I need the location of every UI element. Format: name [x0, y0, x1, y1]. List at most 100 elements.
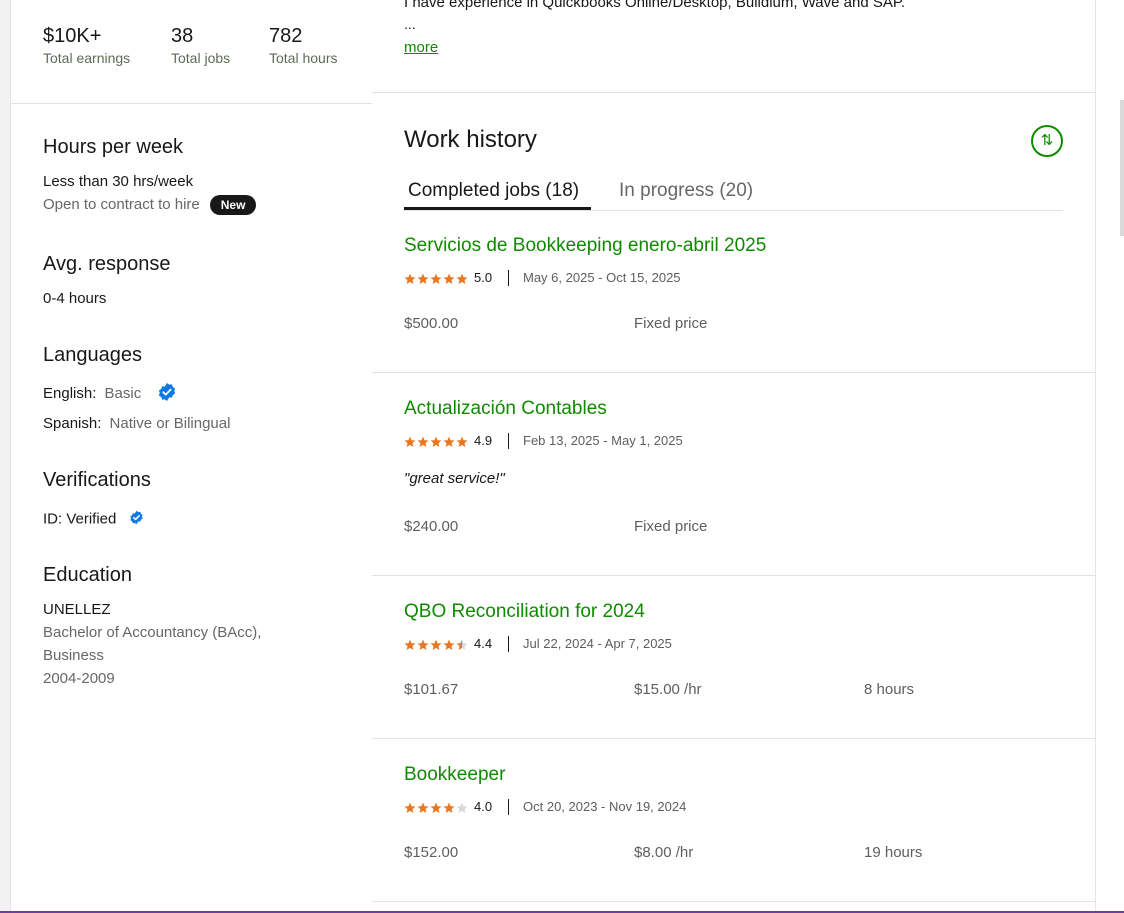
star-icon	[456, 639, 468, 650]
job-title-link[interactable]: Servicios de Bookkeeping enero-abril 202…	[404, 235, 766, 257]
verifications-title: Verifications	[43, 469, 151, 491]
star-icon	[404, 639, 416, 650]
work-history-panel: I have experience in Quickbooks Online/D…	[372, 0, 1095, 913]
star-icon	[404, 802, 416, 813]
work-history-tabs: Completed jobs (18) In progress (20)	[404, 176, 1063, 211]
star-icon	[417, 436, 429, 447]
stats-panel: $10K+ Total earnings 38 Total jobs 782 T…	[11, 0, 372, 104]
star-icon	[430, 802, 442, 813]
star-icon	[417, 639, 429, 650]
new-badge: New	[209, 195, 257, 215]
star-icon	[430, 436, 442, 447]
profile-sidebar: $10K+ Total earnings 38 Total jobs 782 T…	[10, 0, 372, 913]
work-history-title: Work history	[404, 126, 537, 153]
job-rating-row: 4.4 Jul 22, 2024 - Apr 7, 2025	[404, 635, 672, 652]
job-earnings: $240.00	[404, 518, 459, 535]
job-earnings: $101.67	[404, 681, 459, 698]
star-icon	[404, 273, 416, 284]
job-divider	[372, 901, 1095, 902]
language-english: English: Basic	[43, 382, 177, 406]
job-feedback: "great service!"	[404, 470, 505, 487]
job-dates: Oct 20, 2023 - Nov 19, 2024	[523, 799, 687, 815]
job-divider	[372, 372, 1095, 373]
star-icon	[456, 802, 468, 813]
star-icon	[456, 273, 468, 284]
education-school: UNELLEZ	[43, 601, 111, 618]
star-icon	[430, 639, 442, 650]
job-dates: Feb 13, 2025 - May 1, 2025	[523, 433, 683, 449]
stat-label: Total jobs	[171, 50, 231, 66]
job-dates: Jul 22, 2024 - Apr 7, 2025	[523, 636, 672, 652]
contract-to-hire-text: Open to contract to hire	[43, 195, 200, 213]
job-earnings: $152.00	[404, 844, 459, 861]
star-icon	[443, 639, 455, 650]
job-dates: May 6, 2025 - Oct 15, 2025	[523, 270, 681, 286]
scrollbar-thumb[interactable]	[1120, 100, 1124, 236]
education-degree: Bachelor of Accountancy (BAcc),	[43, 624, 262, 641]
job-item: QBO Reconciliation for 2024 4.4 Jul 22, 2…	[372, 599, 1095, 738]
job-hours: 8 hours	[864, 681, 915, 698]
job-price-type: $15.00 /hr	[634, 681, 702, 698]
job-earnings: $500.00	[404, 315, 459, 332]
avg-response-title: Avg. response	[43, 253, 171, 275]
job-title-link[interactable]: QBO Reconciliation for 2024	[404, 601, 645, 623]
tab-in-progress[interactable]: In progress (20)	[619, 180, 753, 202]
contract-to-hire-row: Open to contract to hire New	[43, 195, 257, 215]
job-title-link[interactable]: Actualización Contables	[404, 398, 607, 420]
separator	[508, 798, 509, 815]
language-level: Native or Bilingual	[109, 415, 231, 432]
job-title-link[interactable]: Bookkeeper	[404, 764, 505, 786]
job-hours: 19 hours	[864, 844, 923, 861]
education-title: Education	[43, 564, 132, 586]
sort-arrows-icon: ⇅	[1040, 132, 1054, 149]
verified-badge-icon	[157, 382, 177, 406]
star-rating	[404, 799, 469, 814]
rating-value: 4.4	[474, 636, 493, 652]
language-level: Basic	[104, 384, 142, 402]
job-rating-row: 4.9 Feb 13, 2025 - May 1, 2025	[404, 432, 683, 449]
verified-check-icon	[129, 510, 144, 529]
stat-total-earnings: $10K+ Total earnings	[43, 24, 130, 66]
separator	[508, 269, 509, 286]
more-link[interactable]: more	[404, 39, 438, 56]
job-price-type: $8.00 /hr	[634, 844, 694, 861]
active-tab-indicator	[404, 207, 591, 210]
rating-value: 4.0	[474, 799, 493, 815]
languages-title: Languages	[43, 344, 142, 366]
stat-label: Total hours	[269, 50, 338, 66]
id-verified-label: ID: Verified	[43, 510, 117, 528]
star-icon	[417, 273, 429, 284]
stat-label: Total earnings	[43, 50, 131, 66]
education-field: Business	[43, 647, 104, 664]
star-icon	[404, 436, 416, 447]
job-item: Bookkeeper 4.0 Oct 20, 2023 - Nov 19, 202…	[372, 762, 1095, 901]
star-rating	[404, 433, 469, 448]
language-name: Spanish:	[43, 415, 102, 432]
job-item: Servicios de Bookkeeping enero-abril 202…	[372, 233, 1095, 372]
stat-total-jobs: 38 Total jobs	[171, 24, 230, 66]
job-divider	[372, 738, 1095, 739]
language-name: English:	[43, 384, 97, 402]
star-icon	[417, 802, 429, 813]
stat-value: 782	[269, 25, 303, 47]
education-years: 2004-2009	[43, 670, 115, 687]
section-divider	[372, 92, 1095, 93]
rating-value: 5.0	[474, 270, 493, 286]
star-rating	[404, 636, 469, 651]
star-icon	[443, 273, 455, 284]
separator	[508, 635, 509, 652]
star-icon	[430, 273, 442, 284]
job-price-type: Fixed price	[634, 315, 708, 332]
star-icon	[443, 802, 455, 813]
job-rating-row: 5.0 May 6, 2025 - Oct 15, 2025	[404, 269, 681, 286]
hours-per-week-value: Less than 30 hrs/week	[43, 173, 194, 190]
hours-per-week-title: Hours per week	[43, 136, 184, 158]
job-divider	[372, 575, 1095, 576]
sort-button[interactable]: ⇅	[1031, 125, 1063, 157]
overview-ellipsis: ...	[404, 16, 416, 32]
tab-completed-jobs[interactable]: Completed jobs (18)	[408, 180, 579, 202]
separator	[508, 432, 509, 449]
avg-response-value: 0-4 hours	[43, 290, 107, 307]
language-spanish: Spanish: Native or Bilingual	[43, 415, 230, 432]
id-verified-row: ID: Verified	[43, 510, 144, 529]
